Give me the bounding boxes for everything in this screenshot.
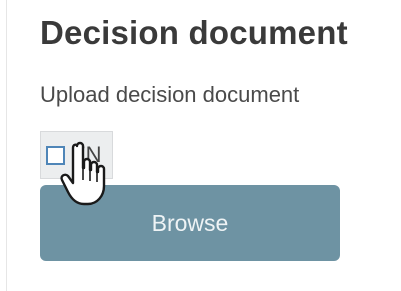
left-divider xyxy=(6,0,7,291)
section-title: Decision document xyxy=(40,14,348,51)
hand-pointer-icon xyxy=(60,141,106,206)
decision-document-panel: Decision document Upload decision docume… xyxy=(0,0,401,291)
upload-instruction: Upload decision document xyxy=(40,82,300,107)
